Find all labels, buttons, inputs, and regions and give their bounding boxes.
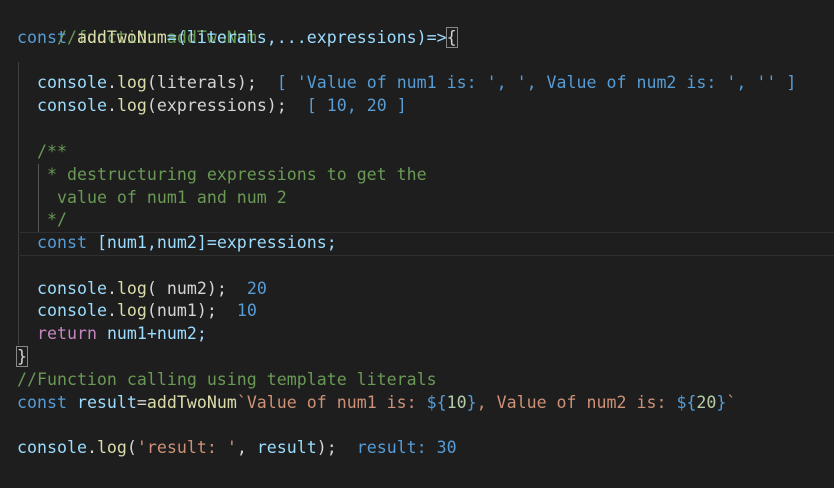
code-line-2[interactable]: const addTwoNum=(literals,...expressions… [17, 27, 834, 50]
code-line-15[interactable]: return num1+num2; [37, 323, 834, 346]
keyword-const: const [37, 233, 87, 252]
inline-output: [ 'Value of num1 is: ', ', Value of num2… [276, 73, 797, 92]
console-object: console [37, 279, 107, 298]
function-name: addTwoNum [76, 28, 167, 47]
call-args: (expressions); [146, 96, 287, 115]
code-line-5[interactable]: console.log(expressions); [ 10, 20 ] [37, 95, 834, 118]
keyword-const: const [17, 393, 67, 412]
code-line-1[interactable]: //function addTwoNum [17, 4, 834, 47]
inline-output: result: 30 [356, 438, 457, 457]
substitution-value-2: 20 [696, 393, 717, 412]
doc-comment: value of num1 and num 2 [37, 188, 287, 207]
call-args: (num1); [146, 301, 217, 320]
log-method: log [116, 301, 147, 320]
substitution-close: } [716, 393, 727, 412]
comma: , [236, 438, 257, 457]
code-line-8[interactable]: * destructuring expressions to get the [37, 164, 834, 187]
dot: . [86, 438, 97, 457]
code-line-14[interactable]: console.log(num1); 10 [37, 300, 834, 323]
doc-comment: * destructuring expressions to get the [37, 165, 427, 184]
code-line-7[interactable]: /** [37, 141, 834, 164]
log-method: log [96, 438, 127, 457]
code-line-16[interactable]: } [16, 346, 834, 369]
call-args: ( num2); [146, 279, 227, 298]
code-line-4[interactable]: console.log(literals); [ 'Value of num1 … [37, 72, 834, 95]
template-part-2: , Value of num2 is: [476, 393, 677, 412]
code-line-13[interactable]: console.log( num2); 20 [37, 278, 834, 301]
call-args: (literals); [146, 73, 257, 92]
inline-output: 10 [236, 301, 257, 320]
console-object: console [37, 301, 107, 320]
code-editor[interactable]: //function addTwoNum const addTwoNum=(li… [0, 0, 834, 488]
template-part-3: ` [726, 393, 737, 412]
substitution-open: ${ [676, 393, 697, 412]
return-expression: num1+num2; [96, 324, 207, 343]
dot: . [106, 73, 117, 92]
code-line-20[interactable]: console.log('result: ', result); result:… [17, 437, 834, 460]
code-line-17[interactable]: //Function calling using template litera… [17, 369, 834, 392]
code-line-11[interactable]: const [num1,num2]=expressions; [37, 232, 834, 255]
keyword-const: const [17, 28, 67, 47]
current-line-highlight-bottom [18, 255, 834, 256]
open-brace: { [445, 27, 458, 48]
log-method: log [116, 73, 147, 92]
substitution-value-1: 10 [446, 393, 467, 412]
log-method: log [116, 279, 147, 298]
paren-open: ( [126, 438, 137, 457]
destructure: [num1,num2]=expressions; [86, 233, 337, 252]
dot: . [106, 301, 117, 320]
inline-output: [ 10, 20 ] [306, 96, 407, 115]
function-call: addTwoNum [146, 393, 237, 412]
inline-output: 20 [246, 279, 267, 298]
string-literal: 'result: ' [136, 438, 237, 457]
result-variable: result [76, 393, 137, 412]
code-line-10[interactable]: */ [37, 209, 834, 232]
assign-operator: = [136, 393, 147, 412]
console-object: console [37, 96, 107, 115]
paren-close: ); [316, 438, 337, 457]
dot: . [106, 96, 117, 115]
log-method: log [116, 96, 147, 115]
code-line-9[interactable]: value of num1 and num 2 [37, 187, 834, 210]
keyword-return: return [37, 324, 97, 343]
doc-comment: */ [37, 210, 67, 229]
substitution-close: } [466, 393, 477, 412]
template-part-1: `Value of num1 is: [236, 393, 427, 412]
code-line-18[interactable]: const result=addTwoNum`Value of num1 is:… [17, 392, 834, 415]
dot: . [106, 279, 117, 298]
doc-comment: /** [37, 142, 67, 161]
substitution-open: ${ [426, 393, 447, 412]
comment: //Function calling using template litera… [17, 370, 437, 389]
result-arg: result [256, 438, 317, 457]
params: =(literals,...expressions)=> [166, 28, 447, 47]
console-object: console [17, 438, 87, 457]
close-brace: } [16, 346, 28, 367]
console-object: console [37, 73, 107, 92]
indent-guide [18, 62, 19, 345]
